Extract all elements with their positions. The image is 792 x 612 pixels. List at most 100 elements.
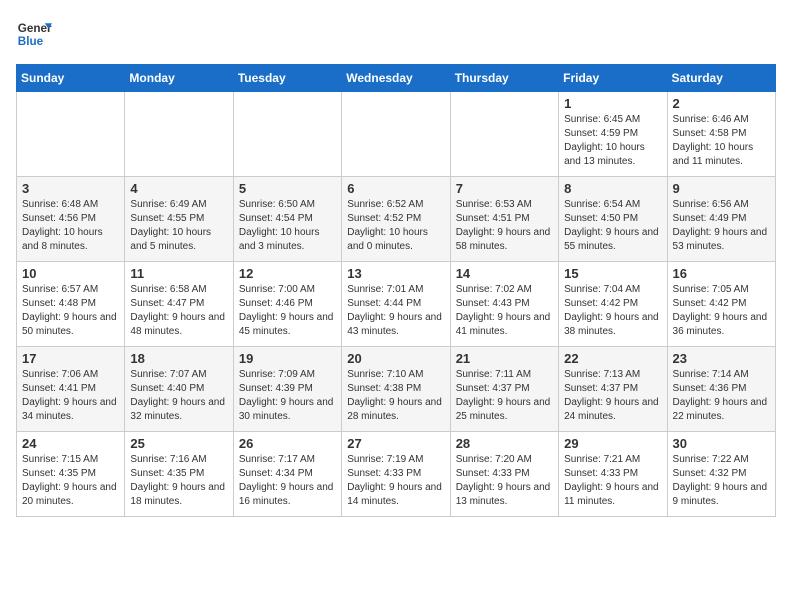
cell-details: Sunrise: 7:14 AM Sunset: 4:36 PM Dayligh… [673,368,770,424]
cell-details: Sunrise: 7:05 AM Sunset: 4:42 PM Dayligh… [673,283,770,339]
calendar-cell: 22 Sunrise: 7:13 AM Sunset: 4:37 PM Dayli… [559,347,667,432]
day-number: 9 [673,181,770,196]
cell-details: Sunrise: 6:54 AM Sunset: 4:50 PM Dayligh… [564,198,661,254]
weekday-header-wednesday: Wednesday [342,65,450,92]
calendar-cell: 4 Sunrise: 6:49 AM Sunset: 4:55 PM Daylig… [125,177,233,262]
calendar-cell: 1 Sunrise: 6:45 AM Sunset: 4:59 PM Daylig… [559,92,667,177]
week-row-1: 1 Sunrise: 6:45 AM Sunset: 4:59 PM Daylig… [17,92,776,177]
cell-details: Sunrise: 7:00 AM Sunset: 4:46 PM Dayligh… [239,283,336,339]
calendar-cell: 24 Sunrise: 7:15 AM Sunset: 4:35 PM Dayli… [17,432,125,517]
day-number: 3 [22,181,119,196]
calendar-cell [450,92,558,177]
day-number: 12 [239,266,336,281]
cell-details: Sunrise: 7:01 AM Sunset: 4:44 PM Dayligh… [347,283,444,339]
cell-details: Sunrise: 6:53 AM Sunset: 4:51 PM Dayligh… [456,198,553,254]
cell-details: Sunrise: 6:52 AM Sunset: 4:52 PM Dayligh… [347,198,444,254]
calendar-cell: 17 Sunrise: 7:06 AM Sunset: 4:41 PM Dayli… [17,347,125,432]
cell-details: Sunrise: 7:22 AM Sunset: 4:32 PM Dayligh… [673,453,770,509]
cell-details: Sunrise: 7:07 AM Sunset: 4:40 PM Dayligh… [130,368,227,424]
cell-details: Sunrise: 7:17 AM Sunset: 4:34 PM Dayligh… [239,453,336,509]
cell-details: Sunrise: 7:04 AM Sunset: 4:42 PM Dayligh… [564,283,661,339]
page-header: General Blue [16,16,776,52]
cell-details: Sunrise: 6:49 AM Sunset: 4:55 PM Dayligh… [130,198,227,254]
day-number: 7 [456,181,553,196]
week-row-4: 17 Sunrise: 7:06 AM Sunset: 4:41 PM Dayli… [17,347,776,432]
cell-details: Sunrise: 6:58 AM Sunset: 4:47 PM Dayligh… [130,283,227,339]
day-number: 22 [564,351,661,366]
cell-details: Sunrise: 6:45 AM Sunset: 4:59 PM Dayligh… [564,113,661,169]
day-number: 23 [673,351,770,366]
calendar-cell: 8 Sunrise: 6:54 AM Sunset: 4:50 PM Daylig… [559,177,667,262]
day-number: 28 [456,436,553,451]
week-row-2: 3 Sunrise: 6:48 AM Sunset: 4:56 PM Daylig… [17,177,776,262]
weekday-header-monday: Monday [125,65,233,92]
cell-details: Sunrise: 6:50 AM Sunset: 4:54 PM Dayligh… [239,198,336,254]
calendar-cell: 21 Sunrise: 7:11 AM Sunset: 4:37 PM Dayli… [450,347,558,432]
weekday-header-row: SundayMondayTuesdayWednesdayThursdayFrid… [17,65,776,92]
cell-details: Sunrise: 7:10 AM Sunset: 4:38 PM Dayligh… [347,368,444,424]
cell-details: Sunrise: 6:48 AM Sunset: 4:56 PM Dayligh… [22,198,119,254]
calendar-cell: 13 Sunrise: 7:01 AM Sunset: 4:44 PM Dayli… [342,262,450,347]
calendar-cell: 18 Sunrise: 7:07 AM Sunset: 4:40 PM Dayli… [125,347,233,432]
calendar-cell: 12 Sunrise: 7:00 AM Sunset: 4:46 PM Dayli… [233,262,341,347]
weekday-header-saturday: Saturday [667,65,775,92]
logo: General Blue [16,16,52,52]
weekday-header-sunday: Sunday [17,65,125,92]
cell-details: Sunrise: 6:46 AM Sunset: 4:58 PM Dayligh… [673,113,770,169]
day-number: 29 [564,436,661,451]
day-number: 25 [130,436,227,451]
day-number: 13 [347,266,444,281]
calendar-cell: 14Sunrise: 7:02 AM Sunset: 4:43 PM Dayli… [450,262,558,347]
day-number: 26 [239,436,336,451]
day-number: 14 [456,266,553,281]
cell-details: Sunrise: 6:56 AM Sunset: 4:49 PM Dayligh… [673,198,770,254]
calendar-cell: 15Sunrise: 7:04 AM Sunset: 4:42 PM Dayli… [559,262,667,347]
day-number: 27 [347,436,444,451]
day-number: 4 [130,181,227,196]
cell-details: Sunrise: 7:20 AM Sunset: 4:33 PM Dayligh… [456,453,553,509]
calendar-cell: 10 Sunrise: 6:57 AM Sunset: 4:48 PM Dayli… [17,262,125,347]
calendar-cell: 29 Sunrise: 7:21 AM Sunset: 4:33 PM Dayli… [559,432,667,517]
calendar-cell: 3 Sunrise: 6:48 AM Sunset: 4:56 PM Daylig… [17,177,125,262]
weekday-header-thursday: Thursday [450,65,558,92]
weekday-header-tuesday: Tuesday [233,65,341,92]
calendar-cell: 7 Sunrise: 6:53 AM Sunset: 4:51 PM Daylig… [450,177,558,262]
cell-details: Sunrise: 7:11 AM Sunset: 4:37 PM Dayligh… [456,368,553,424]
calendar-cell: 27Sunrise: 7:19 AM Sunset: 4:33 PM Dayli… [342,432,450,517]
calendar-cell [342,92,450,177]
calendar-cell: 19 Sunrise: 7:09 AM Sunset: 4:39 PM Dayli… [233,347,341,432]
cell-details: Sunrise: 7:13 AM Sunset: 4:37 PM Dayligh… [564,368,661,424]
cell-details: Sunrise: 7:09 AM Sunset: 4:39 PM Dayligh… [239,368,336,424]
day-number: 5 [239,181,336,196]
day-number: 10 [22,266,119,281]
week-row-3: 10 Sunrise: 6:57 AM Sunset: 4:48 PM Dayli… [17,262,776,347]
calendar-cell: 16 Sunrise: 7:05 AM Sunset: 4:42 PM Dayli… [667,262,775,347]
day-number: 16 [673,266,770,281]
cell-details: Sunrise: 7:21 AM Sunset: 4:33 PM Dayligh… [564,453,661,509]
day-number: 24 [22,436,119,451]
cell-details: Sunrise: 7:16 AM Sunset: 4:35 PM Dayligh… [130,453,227,509]
calendar-cell: 28 Sunrise: 7:20 AM Sunset: 4:33 PM Dayli… [450,432,558,517]
calendar-cell: 6 Sunrise: 6:52 AM Sunset: 4:52 PM Daylig… [342,177,450,262]
day-number: 11 [130,266,227,281]
calendar-cell: 26 Sunrise: 7:17 AM Sunset: 4:34 PM Dayli… [233,432,341,517]
calendar-cell [125,92,233,177]
cell-details: Sunrise: 6:57 AM Sunset: 4:48 PM Dayligh… [22,283,119,339]
day-number: 2 [673,96,770,111]
day-number: 8 [564,181,661,196]
calendar-cell [233,92,341,177]
day-number: 1 [564,96,661,111]
day-number: 17 [22,351,119,366]
calendar-cell: 25 Sunrise: 7:16 AM Sunset: 4:35 PM Dayli… [125,432,233,517]
day-number: 19 [239,351,336,366]
day-number: 18 [130,351,227,366]
cell-details: Sunrise: 7:06 AM Sunset: 4:41 PM Dayligh… [22,368,119,424]
cell-details: Sunrise: 7:15 AM Sunset: 4:35 PM Dayligh… [22,453,119,509]
day-number: 30 [673,436,770,451]
calendar-cell: 5 Sunrise: 6:50 AM Sunset: 4:54 PM Daylig… [233,177,341,262]
calendar-cell: 11 Sunrise: 6:58 AM Sunset: 4:47 PM Dayli… [125,262,233,347]
weekday-header-friday: Friday [559,65,667,92]
calendar-cell: 20Sunrise: 7:10 AM Sunset: 4:38 PM Dayli… [342,347,450,432]
day-number: 6 [347,181,444,196]
day-number: 21 [456,351,553,366]
